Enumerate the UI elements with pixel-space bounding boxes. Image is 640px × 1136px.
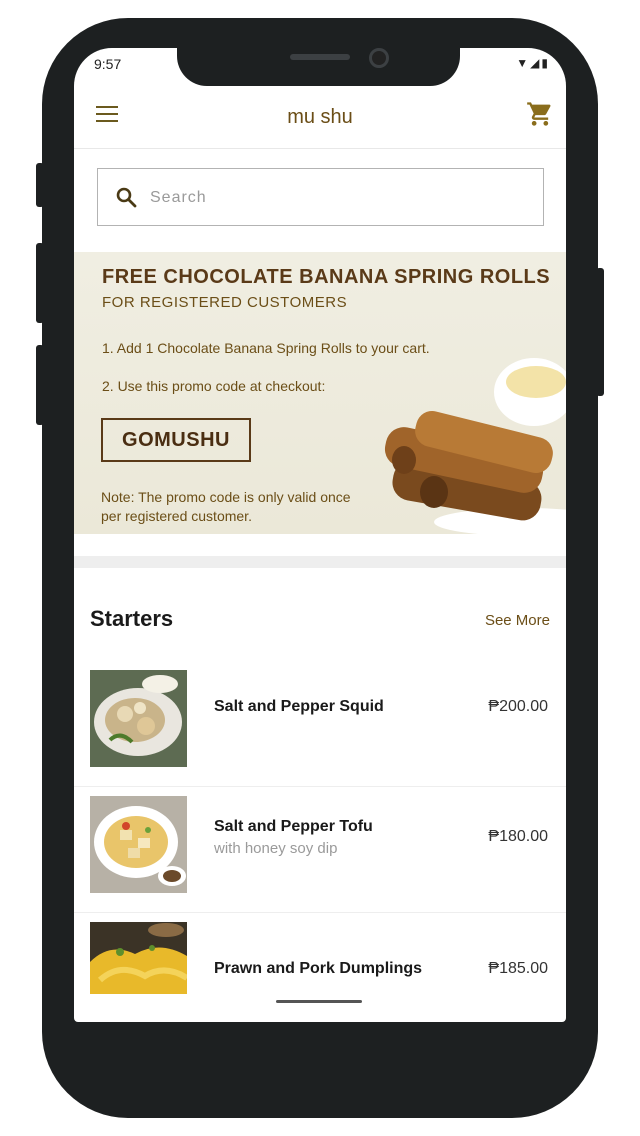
- status-icons: ▼◢▮: [516, 56, 550, 70]
- item-name: Salt and Pepper Squid: [214, 698, 384, 715]
- item-name: Prawn and Pork Dumplings: [214, 960, 423, 977]
- promo-title: FREE CHOCOLATE BANANA SPRING ROLLS: [102, 266, 551, 288]
- status-time: 9:57: [94, 56, 122, 72]
- phone-screen: 9:57 ▼◢▮ mu shu FREE CHOCOLATE BANANA SP…: [74, 48, 566, 1022]
- dumplings-thumbnail: [90, 922, 187, 994]
- promo-note: Note: The promo code is only valid once …: [101, 489, 351, 524]
- item-price: ₱180.00: [488, 828, 548, 845]
- notch: [177, 48, 460, 86]
- camera: [369, 48, 389, 68]
- tofu-thumbnail: [90, 796, 187, 893]
- section-title: Starters: [90, 606, 174, 631]
- promo-banner[interactable]: FREE CHOCOLATE BANANA SPRING ROLLS FOR R…: [74, 252, 566, 534]
- search-icon: [116, 187, 137, 208]
- promo-subtitle: FOR REGISTERED CUSTOMERS: [102, 294, 348, 311]
- search-input[interactable]: [148, 183, 532, 213]
- home-indicator[interactable]: [276, 1000, 362, 1003]
- list-item[interactable]: Salt and Pepper Tofu with honey soy dip …: [74, 786, 566, 913]
- item-price: ₱185.00: [488, 960, 548, 977]
- speaker: [290, 54, 350, 60]
- app-bar: mu shu: [74, 88, 566, 149]
- see-more-link[interactable]: See More: [485, 612, 550, 629]
- section-divider: [74, 556, 566, 568]
- list-item[interactable]: Salt and Pepper Squid ₱200.00: [74, 660, 566, 787]
- cart-icon[interactable]: [526, 100, 554, 128]
- item-name: Salt and Pepper Tofu: [214, 818, 373, 835]
- squid-thumbnail: [90, 670, 187, 767]
- promo-step-2: 2. Use this promo code at checkout:: [102, 378, 326, 394]
- search-box[interactable]: [97, 168, 544, 226]
- app-title: mu shu: [287, 106, 353, 128]
- item-price: ₱200.00: [488, 698, 548, 715]
- spring-rolls-image: [384, 358, 566, 534]
- item-description: with honey soy dip: [214, 840, 338, 857]
- list-item[interactable]: Prawn and Pork Dumplings ₱185.00: [74, 912, 566, 1022]
- promo-code-badge: GOMUSHU: [101, 418, 251, 462]
